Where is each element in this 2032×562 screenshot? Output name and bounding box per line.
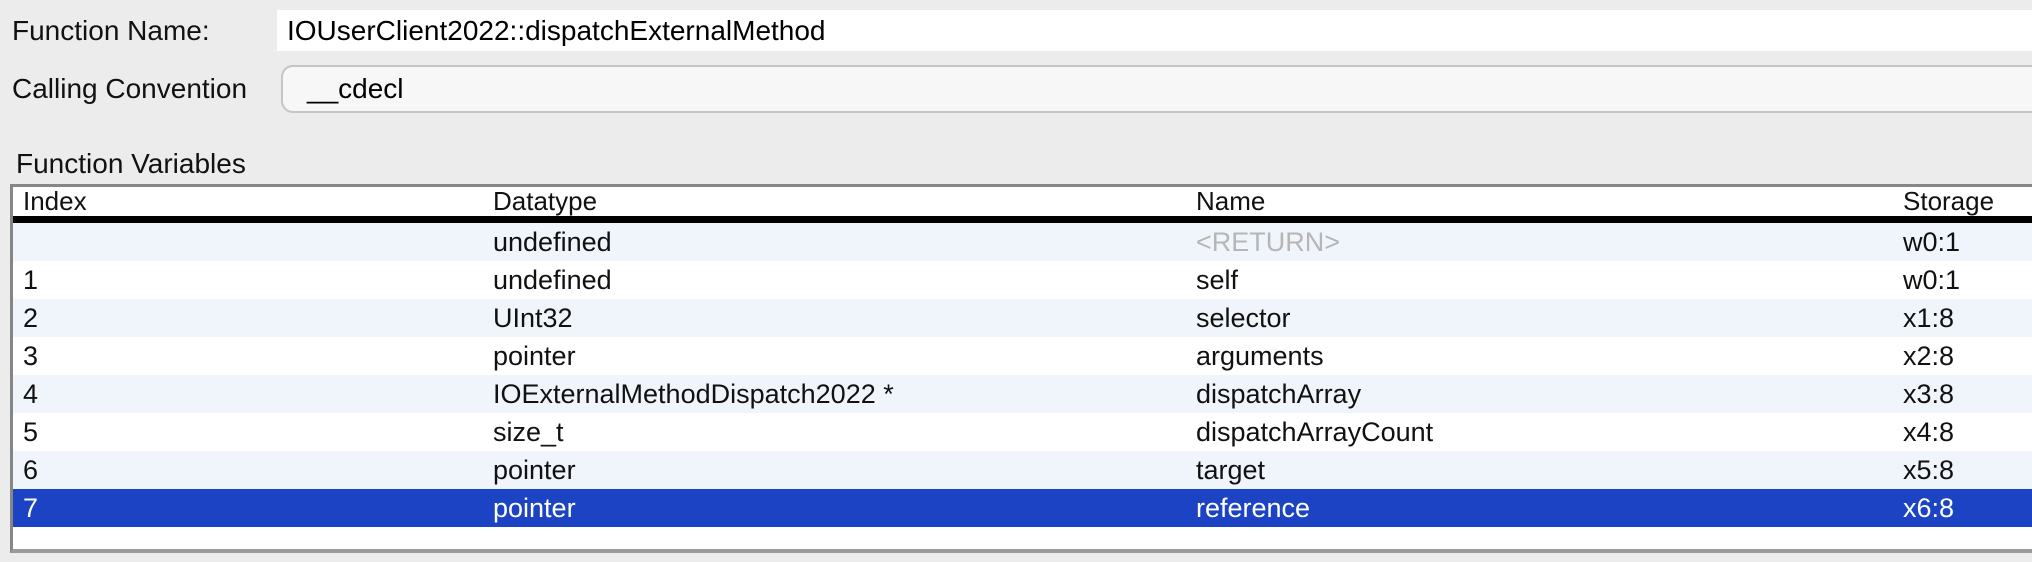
column-header-datatype[interactable]: Datatype [493,187,1196,216]
cell-datatype[interactable]: pointer [493,489,1196,527]
cell-name[interactable]: selector [1196,299,1903,337]
table-row[interactable]: 1 undefined self w0:1 [13,261,2032,299]
cell-storage[interactable]: w0:1 [1903,223,2032,261]
table-row[interactable]: 2 UInt32 selector x1:8 [13,299,2032,337]
cell-storage[interactable]: x6:8 [1903,489,2032,527]
function-variables-table: Index Datatype Name Storage undefined <R… [10,184,2032,553]
cell-storage[interactable]: x4:8 [1903,413,2032,451]
cell-index[interactable]: 4 [13,375,493,413]
cell-name[interactable]: dispatchArrayCount [1196,413,1903,451]
cell-name[interactable]: dispatchArray [1196,375,1903,413]
cell-name[interactable]: self [1196,261,1903,299]
cell-name[interactable]: arguments [1196,337,1903,375]
cell-index[interactable] [13,223,493,261]
calling-convention-label: Calling Convention [12,65,247,113]
table-header-row: Index Datatype Name Storage [13,187,2032,223]
table-row[interactable]: 6 pointer target x5:8 [13,451,2032,489]
column-header-name[interactable]: Name [1196,187,1903,216]
function-name-input[interactable] [277,10,2032,51]
cell-datatype[interactable]: undefined [493,223,1196,261]
cell-index[interactable]: 2 [13,299,493,337]
cell-storage[interactable]: x3:8 [1903,375,2032,413]
cell-storage[interactable]: x5:8 [1903,451,2032,489]
cell-storage[interactable]: x1:8 [1903,299,2032,337]
table-row[interactable]: 3 pointer arguments x2:8 [13,337,2032,375]
cell-datatype[interactable]: pointer [493,337,1196,375]
table-row[interactable]: 7 pointer reference x6:8 [13,489,2032,527]
function-variables-section-label: Function Variables [16,146,246,182]
table-row[interactable]: undefined <RETURN> w0:1 [13,223,2032,261]
cell-storage[interactable]: x2:8 [1903,337,2032,375]
calling-convention-value: __cdecl [307,73,404,104]
cell-index[interactable]: 1 [13,261,493,299]
cell-datatype[interactable]: undefined [493,261,1196,299]
cell-index[interactable]: 5 [13,413,493,451]
function-name-label: Function Name: [12,10,210,51]
cell-datatype[interactable]: IOExternalMethodDispatch2022 * [493,375,1196,413]
cell-index[interactable]: 6 [13,451,493,489]
column-header-index[interactable]: Index [13,187,493,216]
table-row[interactable]: 4 IOExternalMethodDispatch2022 * dispatc… [13,375,2032,413]
cell-name[interactable]: <RETURN> [1196,223,1903,261]
cell-datatype[interactable]: UInt32 [493,299,1196,337]
table-row[interactable]: 5 size_t dispatchArrayCount x4:8 [13,413,2032,451]
cell-datatype[interactable]: pointer [493,451,1196,489]
cell-storage[interactable]: w0:1 [1903,261,2032,299]
cell-index[interactable]: 3 [13,337,493,375]
cell-datatype[interactable]: size_t [493,413,1196,451]
calling-convention-combobox[interactable]: __cdecl [281,65,2032,113]
column-header-storage[interactable]: Storage [1903,187,2032,216]
table-body: undefined <RETURN> w0:1 1 undefined self… [13,223,2032,527]
cell-index[interactable]: 7 [13,489,493,527]
cell-name[interactable]: reference [1196,489,1903,527]
cell-name[interactable]: target [1196,451,1903,489]
edit-function-panel: { "colors": { "selection_blue": "#1B43C3… [0,0,2032,562]
